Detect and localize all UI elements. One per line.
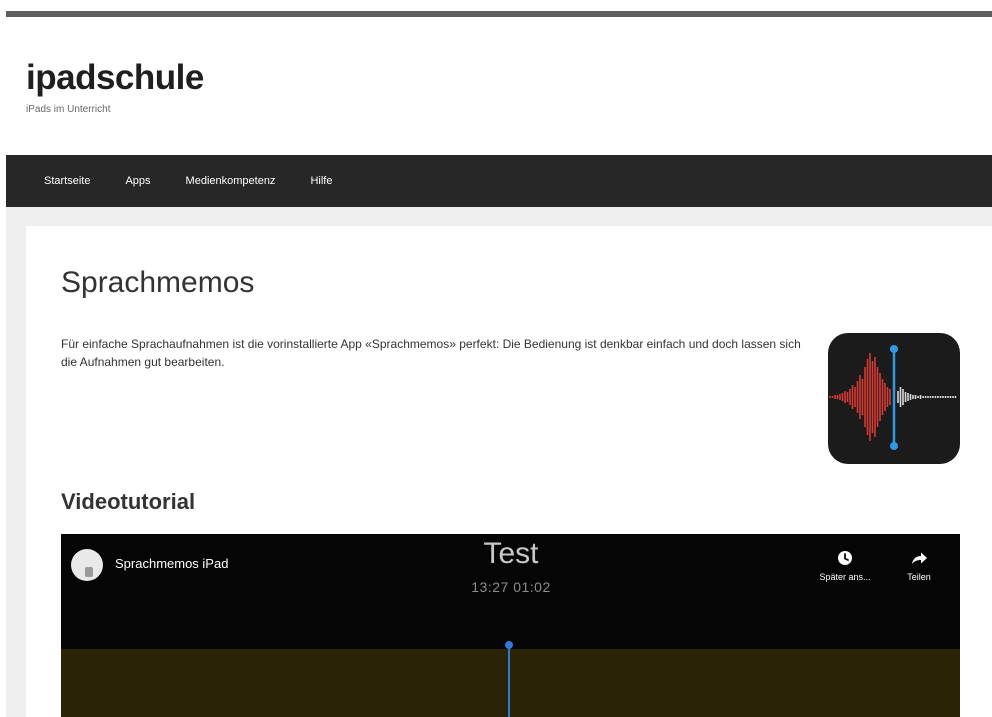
site-header: ipadschule iPads im Unterricht <box>26 58 204 115</box>
section-title-videotutorial: Videotutorial <box>61 489 196 514</box>
video-playhead <box>508 644 510 717</box>
nav-item-apps[interactable]: Apps <box>125 175 150 187</box>
top-border <box>6 11 992 17</box>
voice-memos-app-icon <box>828 333 960 464</box>
recording-title: Test <box>483 537 539 570</box>
recording-time: 13:27 01:02 <box>471 579 551 595</box>
watch-later-button[interactable]: Später ans... <box>805 550 885 582</box>
video-title[interactable]: Sprachmemos iPad <box>115 556 228 571</box>
site-title[interactable]: ipadschule <box>26 58 204 98</box>
share-button[interactable]: Teilen <box>893 550 945 582</box>
nav-item-hilfe[interactable]: Hilfe <box>310 175 332 187</box>
site-tagline: iPads im Unterricht <box>26 104 111 115</box>
main-navigation: Startseite Apps Medienkompetenz Hilfe <box>6 155 992 207</box>
waveform-graphic <box>829 345 957 450</box>
page-title: Sprachmemos <box>61 266 255 299</box>
nav-item-startseite[interactable]: Startseite <box>44 175 90 187</box>
channel-avatar[interactable] <box>71 549 103 581</box>
video-waveform-area <box>61 649 960 717</box>
nav-item-medienkompetenz[interactable]: Medienkompetenz <box>186 175 276 187</box>
watch-later-label: Später ans... <box>819 572 871 582</box>
video-playhead-dot <box>505 641 513 649</box>
video-player[interactable]: Sprachmemos iPad Test 13:27 01:02 Später… <box>61 534 960 717</box>
share-arrow-icon <box>912 552 927 564</box>
share-label: Teilen <box>907 572 931 582</box>
clock-icon <box>838 551 852 565</box>
intro-paragraph: Für einfache Sprachaufnahmen ist die vor… <box>61 337 801 369</box>
